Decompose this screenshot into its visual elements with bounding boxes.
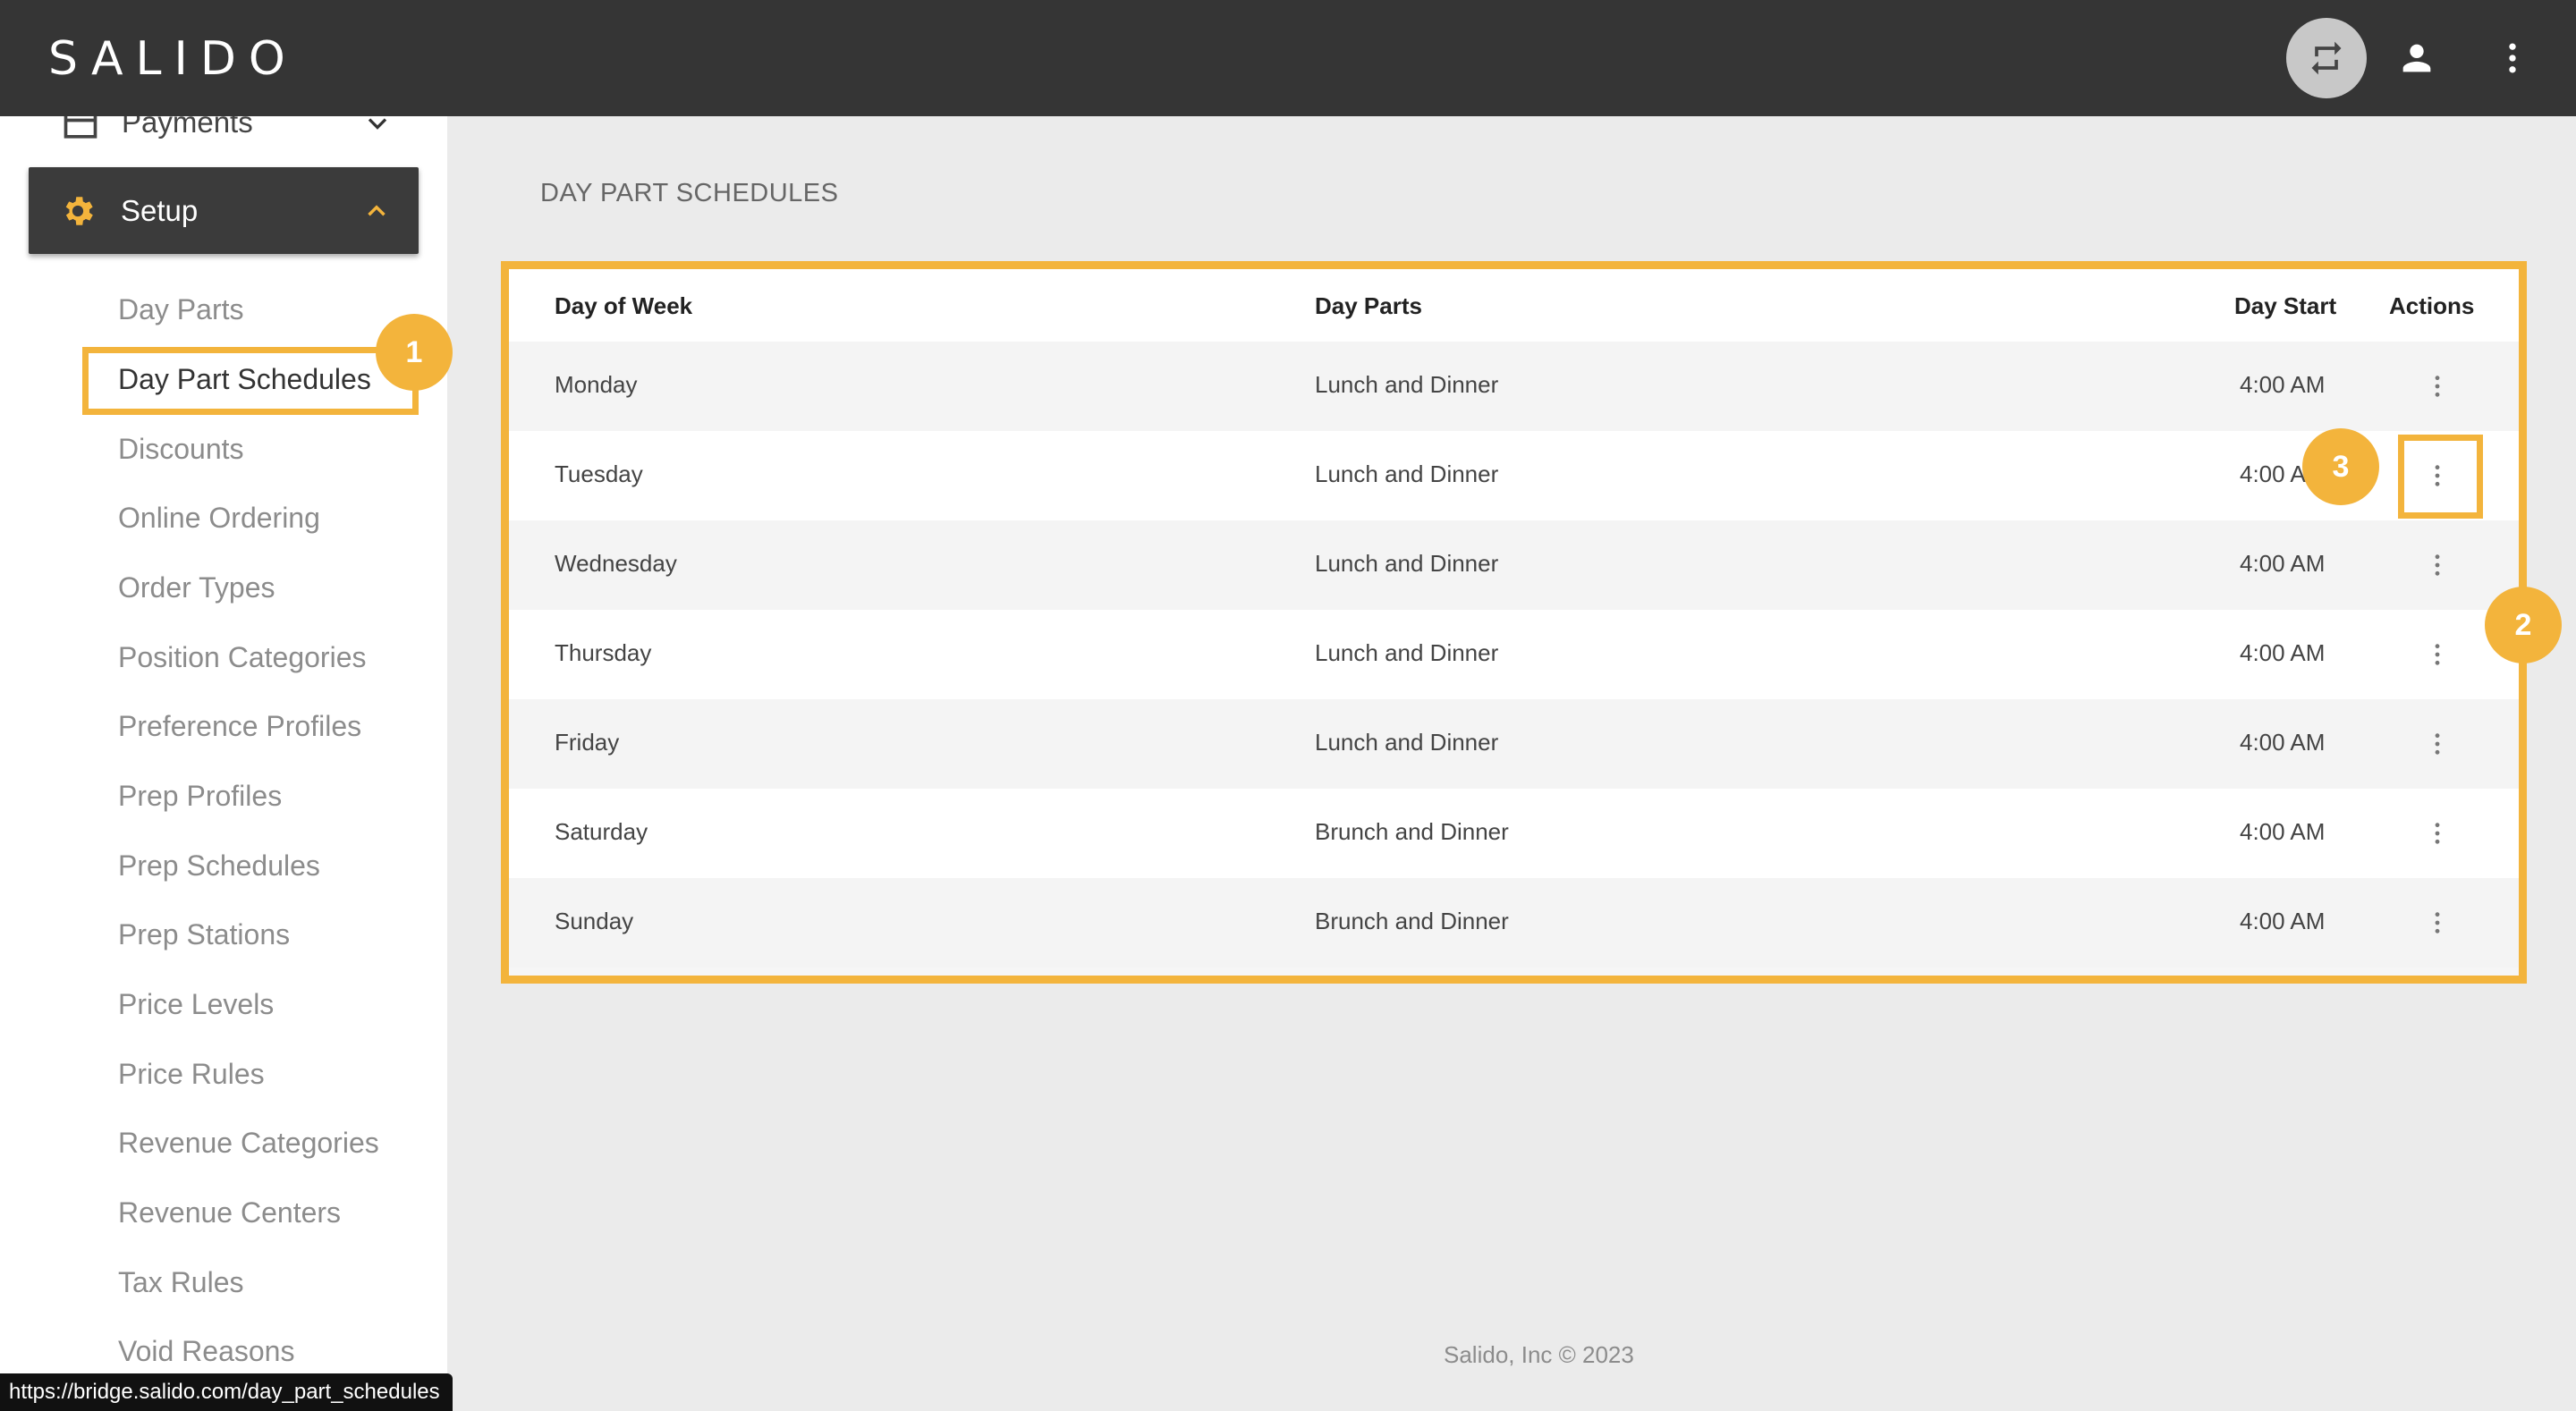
sidebar-item-prep-stations[interactable]: Prep Stations [118,918,290,951]
cell-day: Monday [555,371,638,398]
cell-day-parts: Lunch and Dinner [1315,729,1499,756]
sidebar-item-price-levels[interactable]: Price Levels [118,988,274,1021]
switch-location-button[interactable] [2286,18,2367,98]
cell-day-parts: Brunch and Dinner [1315,908,1509,934]
table-row: Monday Lunch and Dinner 4:00 AM [509,342,2519,431]
cell-day: Friday [555,729,620,756]
more-vert-icon [2435,912,2440,934]
column-header-day-start: Day Start [2234,292,2337,319]
table-row: Tuesday Lunch and Dinner 4:00 AM [509,431,2519,520]
cell-day-start: 4:00 AM [2240,550,2326,577]
cell-day-parts: Lunch and Dinner [1315,460,1499,487]
sidebar-item-price-rules[interactable]: Price Rules [118,1058,265,1091]
cell-day: Sunday [555,908,634,934]
sidebar-item-label: Payments [122,116,253,139]
sidebar-item-discounts[interactable]: Discounts [118,433,244,466]
sidebar-item-tax-rules[interactable]: Tax Rules [118,1266,244,1299]
cell-day-start: 4:00 AM [2240,908,2326,934]
sidebar-item-void-reasons[interactable]: Void Reasons [118,1335,294,1368]
user-account-button[interactable] [2377,18,2457,98]
more-vert-icon [2435,733,2440,755]
cell-day-start: 4:00 AM [2240,639,2326,666]
row-actions-button[interactable] [2419,367,2455,406]
cell-day: Tuesday [555,460,643,487]
cell-day-parts: Lunch and Dinner [1315,639,1499,666]
gear-icon [65,197,93,225]
sidebar-item-label: Setup [121,194,199,227]
more-vert-icon [2509,43,2516,73]
table-header: Day of Week Day Parts Day Start Actions [509,269,2519,342]
sidebar-item-payments[interactable]: Payments [0,116,447,161]
column-header-actions: Actions [2389,292,2475,319]
chevron-up-icon [368,205,386,216]
chevron-down-icon [368,118,387,130]
sidebar-item-setup[interactable]: Setup [29,167,419,254]
more-vert-icon [2435,554,2440,576]
more-options-button[interactable] [2472,18,2553,98]
sidebar-item-order-types[interactable]: Order Types [118,571,275,604]
page-title: DAY PART SCHEDULES [540,179,839,207]
more-vert-icon [2435,823,2440,844]
status-bar-url: https://bridge.salido.com/day_part_sched… [0,1373,453,1411]
table-row: Wednesday Lunch and Dinner 4:00 AM [509,520,2519,610]
sidebar-item-revenue-categories[interactable]: Revenue Categories [118,1127,379,1160]
cell-day-parts: Lunch and Dinner [1315,371,1499,398]
sidebar-item-day-parts[interactable]: Day Parts [118,293,243,326]
cell-day-start: 4:00 AM [2240,729,2326,756]
sidebar: Payments Setup Day Parts Day Part Schedu… [0,116,447,1411]
more-vert-icon [2435,644,2440,665]
swap-icon [2311,41,2342,75]
cell-day-start: 4:00 AM [2240,371,2326,398]
annotation-badge-3: 3 [2302,428,2379,505]
cell-day: Thursday [555,639,652,666]
column-header-day-of-week: Day of Week [555,292,693,319]
column-header-day-parts: Day Parts [1315,292,1422,319]
row-actions-button[interactable] [2419,635,2455,674]
row-actions-button[interactable] [2419,545,2455,585]
cell-day-start: 4:00 AM [2240,818,2326,845]
annotation-highlight-box [2398,435,2483,519]
credit-card-icon [64,116,97,139]
annotation-badge-2: 2 [2485,587,2562,663]
cell-day: Wednesday [555,550,677,577]
top-app-bar: SALIDO [0,0,2576,116]
cell-day-parts: Brunch and Dinner [1315,818,1509,845]
row-actions-button[interactable] [2419,814,2455,853]
sidebar-item-revenue-centers[interactable]: Revenue Centers [118,1196,341,1229]
sidebar-item-prep-profiles[interactable]: Prep Profiles [118,780,282,813]
row-actions-button[interactable] [2419,724,2455,764]
table-row: Friday Lunch and Dinner 4:00 AM [509,699,2519,789]
more-vert-icon [2435,376,2440,397]
sidebar-item-position-categories[interactable]: Position Categories [118,641,366,674]
person-icon [2402,44,2431,72]
sidebar-item-online-ordering[interactable]: Online Ordering [118,502,320,535]
cell-day-parts: Lunch and Dinner [1315,550,1499,577]
day-part-schedules-table: Day of Week Day Parts Day Start Actions … [501,261,2527,984]
salido-logo[interactable]: SALIDO [48,32,298,86]
table-row: Saturday Brunch and Dinner 4:00 AM [509,789,2519,878]
sidebar-item-prep-schedules[interactable]: Prep Schedules [118,849,320,883]
table-row: Thursday Lunch and Dinner 4:00 AM [509,610,2519,699]
annotation-highlight-box [82,347,419,415]
sidebar-item-preference-profiles[interactable]: Preference Profiles [118,710,361,743]
row-actions-button[interactable] [2419,903,2455,942]
footer-copyright: Salido, Inc © 2023 [1444,1341,1634,1368]
table-row: Sunday Brunch and Dinner 4:00 AM [509,878,2519,967]
cell-day: Saturday [555,818,648,845]
annotation-badge-1: 1 [376,314,453,391]
